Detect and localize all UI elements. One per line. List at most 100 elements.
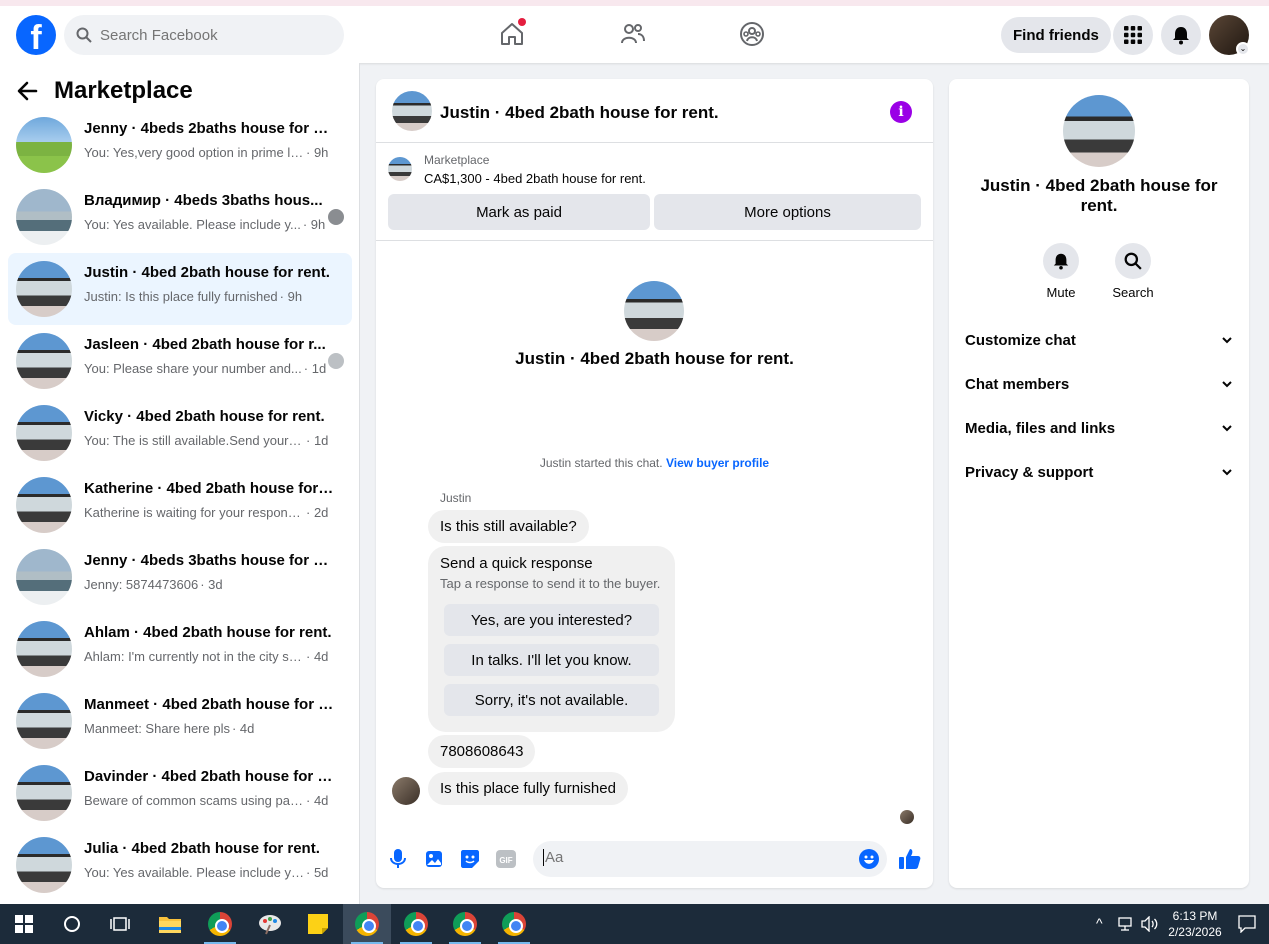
quick-response-option[interactable]: In talks. I'll let you know. bbox=[444, 644, 659, 676]
conversation-title: Jenny · 4beds 3baths house for rent. bbox=[84, 552, 334, 569]
chat-started-notice: Justin started this chat. View buyer pro… bbox=[376, 456, 933, 470]
listing-thumbnail bbox=[16, 621, 72, 677]
chrome-taskbar-button[interactable] bbox=[196, 904, 244, 944]
facebook-logo[interactable]: f bbox=[16, 15, 56, 55]
network-icon[interactable] bbox=[1118, 917, 1136, 931]
task-view-button[interactable] bbox=[96, 904, 144, 944]
listing-thumbnail bbox=[16, 405, 72, 461]
chrome-icon bbox=[208, 912, 232, 936]
message-bubble[interactable]: Is this still available? bbox=[428, 510, 589, 543]
conversation-title: Владимир · 4beds 3baths hous... bbox=[84, 192, 323, 209]
thumbs-up-icon bbox=[899, 849, 921, 869]
conversation-preview: Ahlam: I'm currently not in the city se.… bbox=[84, 649, 304, 664]
info-title: Justin · 4bed 2bath house for rent. bbox=[980, 176, 1218, 215]
top-navigation-bar: f Find friends ⌄ bbox=[0, 0, 1269, 63]
chat-intro-avatar bbox=[624, 281, 684, 341]
chrome-icon bbox=[404, 912, 428, 936]
like-button[interactable] bbox=[899, 848, 921, 870]
attach-photo-button[interactable] bbox=[423, 848, 445, 870]
conversation-item[interactable]: Katherine · 4bed 2bath house for r... Ka… bbox=[8, 469, 352, 541]
conversation-item[interactable]: Manmeet · 4bed 2bath house for r... Manm… bbox=[8, 685, 352, 757]
paint-taskbar-button[interactable] bbox=[246, 904, 294, 944]
file-explorer-button[interactable] bbox=[146, 904, 194, 944]
privacy-support-row[interactable]: Privacy & support bbox=[965, 460, 1233, 484]
conversation-item[interactable]: Ahlam · 4bed 2bath house for rent. Ahlam… bbox=[8, 613, 352, 685]
conversation-item[interactable]: Jasleen · 4bed 2bath house for r... You:… bbox=[8, 325, 352, 397]
chat-started-text: Justin started this chat. bbox=[539, 456, 663, 470]
svg-text:GIF: GIF bbox=[499, 856, 512, 865]
row-label: Customize chat bbox=[965, 331, 1076, 349]
conversation-preview: You: Yes available. Please include y... bbox=[84, 217, 301, 232]
conversation-time: · 5d bbox=[306, 865, 329, 880]
sticky-notes-button[interactable] bbox=[294, 904, 342, 944]
more-options-button[interactable]: More options bbox=[654, 194, 921, 230]
find-friends-button[interactable]: Find friends bbox=[1001, 17, 1111, 53]
view-buyer-profile-link[interactable]: View buyer profile bbox=[666, 456, 769, 470]
chrome-taskbar-button[interactable] bbox=[392, 904, 440, 944]
back-arrow-icon[interactable] bbox=[16, 80, 38, 102]
sender-avatar[interactable] bbox=[392, 777, 420, 805]
chevron-down-icon bbox=[1222, 337, 1232, 344]
search-action[interactable]: Search bbox=[1103, 243, 1163, 300]
show-hidden-icons-chevron[interactable]: ^ bbox=[1096, 915, 1103, 931]
message-bubble[interactable]: Is this place fully furnished bbox=[428, 772, 628, 805]
chrome-icon bbox=[502, 912, 526, 936]
search-bar[interactable] bbox=[64, 15, 344, 55]
quick-response-card: Send a quick response Tap a response to … bbox=[428, 546, 675, 732]
conversation-item[interactable]: Vicky · 4bed 2bath house for rent. You: … bbox=[8, 397, 352, 469]
mark-as-paid-button[interactable]: Mark as paid bbox=[388, 194, 650, 230]
chevron-down-icon[interactable]: ⌄ bbox=[1236, 42, 1250, 56]
emoji-icon[interactable] bbox=[859, 849, 879, 869]
conversation-item[interactable]: Jenny · 4beds 2baths house for rent. You… bbox=[8, 109, 352, 181]
start-button[interactable] bbox=[0, 904, 48, 944]
info-icon[interactable]: i bbox=[890, 101, 912, 123]
mute-action[interactable]: Mute bbox=[1031, 243, 1091, 300]
chrome-taskbar-button[interactable] bbox=[441, 904, 489, 944]
friends-nav-button[interactable] bbox=[619, 20, 647, 48]
row-label: Privacy & support bbox=[965, 463, 1094, 481]
conversation-item[interactable]: Владимир · 4beds 3baths hous... You: Yes… bbox=[8, 181, 352, 253]
taskbar-clock[interactable]: 6:13 PM 2/23/2026 bbox=[1160, 908, 1230, 940]
info-avatar[interactable] bbox=[1063, 95, 1135, 167]
conversation-time: · 1d bbox=[306, 433, 329, 448]
conversation-item-active[interactable]: Justin · 4bed 2bath house for rent. Just… bbox=[8, 253, 352, 325]
message-bubble[interactable]: 7808608643 bbox=[428, 735, 536, 768]
chat-members-row[interactable]: Chat members bbox=[965, 372, 1233, 396]
quick-response-option[interactable]: Yes, are you interested? bbox=[444, 604, 659, 636]
notifications-button[interactable] bbox=[1161, 15, 1201, 55]
sticker-button[interactable] bbox=[459, 848, 481, 870]
conversation-item[interactable]: Julia · 4bed 2bath house for rent. You: … bbox=[8, 829, 352, 901]
home-nav-button[interactable] bbox=[498, 18, 526, 48]
listing-price[interactable]: CA$1,300 - 4bed 2bath house for rent. bbox=[424, 171, 646, 186]
conversation-title: Manmeet · 4bed 2bath house for r... bbox=[84, 696, 334, 713]
chrome-taskbar-button-active[interactable] bbox=[343, 904, 391, 944]
conversation-item[interactable]: Davinder · 4bed 2bath house for r... Bew… bbox=[8, 757, 352, 829]
listing-thumbnail[interactable] bbox=[388, 157, 412, 181]
conversation-preview: Jenny: 5874473606 bbox=[84, 577, 199, 592]
menu-button[interactable] bbox=[1113, 15, 1153, 55]
chat-avatar[interactable] bbox=[392, 91, 432, 131]
conversation-time: · 2d bbox=[306, 505, 329, 520]
chrome-taskbar-button[interactable] bbox=[490, 904, 538, 944]
conversation-item[interactable]: Jenny · 4beds 3baths house for rent. Jen… bbox=[8, 541, 352, 613]
gif-button[interactable]: GIF bbox=[495, 848, 517, 870]
sticker-icon bbox=[461, 850, 479, 868]
groups-nav-button[interactable] bbox=[738, 20, 766, 48]
conversation-time: · 9h bbox=[279, 289, 303, 304]
voice-clip-button[interactable] bbox=[387, 848, 409, 870]
listing-thumbnail bbox=[16, 477, 72, 533]
search-taskbar-button[interactable] bbox=[48, 904, 96, 944]
customize-chat-row[interactable]: Customize chat bbox=[965, 328, 1233, 352]
listing-thumbnail bbox=[16, 189, 72, 245]
media-files-links-row[interactable]: Media, files and links bbox=[965, 416, 1233, 440]
conversation-time: · 3d bbox=[200, 577, 223, 592]
quick-response-option[interactable]: Sorry, it's not available. bbox=[444, 684, 659, 716]
paint-palette-icon bbox=[259, 915, 281, 935]
notification-center-icon[interactable] bbox=[1238, 915, 1256, 933]
message-input[interactable] bbox=[543, 849, 843, 866]
conversation-title: Jasleen · 4bed 2bath house for r... bbox=[84, 336, 326, 353]
search-input[interactable] bbox=[100, 26, 320, 44]
taskbar-date: 2/23/2026 bbox=[1168, 925, 1222, 939]
volume-icon[interactable] bbox=[1141, 916, 1159, 932]
chat-title[interactable]: Justin · 4bed 2bath house for rent. bbox=[440, 103, 719, 123]
